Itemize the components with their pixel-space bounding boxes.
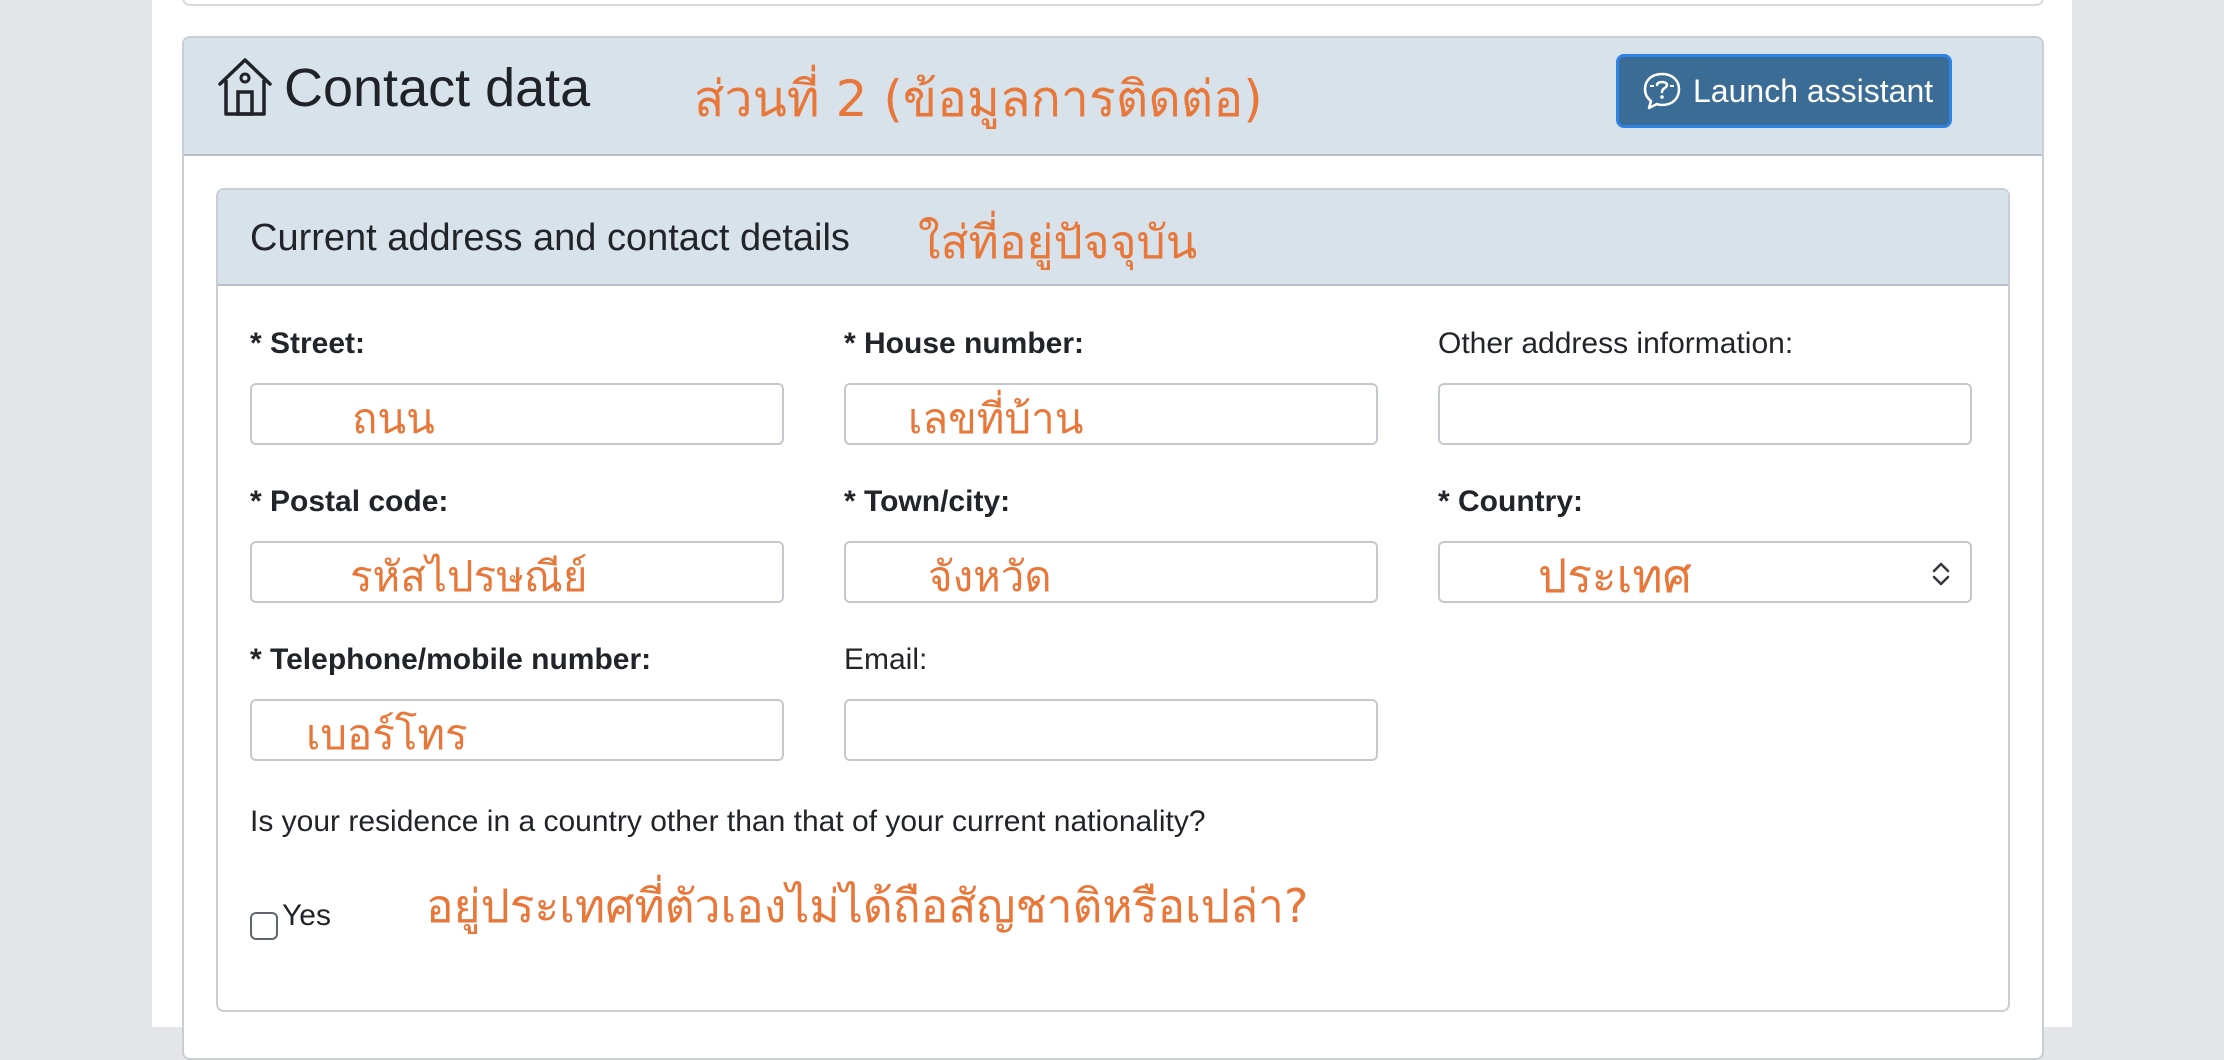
country-select[interactable] xyxy=(1438,541,1972,603)
speech-bubble-icon xyxy=(1643,72,1681,110)
house-number-field-group: * House number: เลขที่บ้าน xyxy=(844,326,1378,445)
town-city-field-group: * Town/city: จังหวัด xyxy=(844,484,1378,603)
town-city-input[interactable] xyxy=(844,541,1378,603)
telephone-label: * Telephone/mobile number: xyxy=(250,643,652,676)
handwritten-note-town-city: จังหวัด xyxy=(928,552,1052,601)
card-header: Contact data ส่วนที่ 2 (ข้อมูลการติดต่อ)… xyxy=(184,38,2042,156)
country-label: * Country: xyxy=(1438,485,1583,518)
other-info-input[interactable] xyxy=(1438,383,1972,445)
town-city-label: * Town/city: xyxy=(844,485,1011,518)
residence-yes-checkbox[interactable] xyxy=(250,912,278,940)
telephone-field-group: * Telephone/mobile number: เบอร์โทร xyxy=(250,642,784,761)
previous-card xyxy=(182,0,2044,6)
residence-yes-label[interactable]: Yes xyxy=(282,898,331,934)
home-icon xyxy=(218,58,272,116)
email-label: Email: xyxy=(844,643,928,676)
other-info-label: Other address information: xyxy=(1438,327,1794,360)
handwritten-note-telephone: เบอร์โทร xyxy=(306,710,468,759)
launch-assistant-label: Launch assistant xyxy=(1693,72,1934,109)
handwritten-note-country: ประเทศ xyxy=(1538,549,1692,603)
street-field-group: * Street: ถนน xyxy=(250,326,784,445)
handwritten-note-section: ส่วนที่ 2 (ข้อมูลการติดต่อ) xyxy=(694,70,1263,128)
country-field-group: * Country: ประเทศ xyxy=(1438,484,1972,603)
launch-assistant-button[interactable]: Launch assistant xyxy=(1616,54,1952,128)
handwritten-note-postal-code: รหัสไปรษณีย์ xyxy=(350,552,588,601)
street-input[interactable] xyxy=(250,383,784,445)
residence-question: Is your residence in a country other tha… xyxy=(250,805,1206,838)
handwritten-note-street: ถนน xyxy=(352,394,435,443)
email-input[interactable] xyxy=(844,699,1378,761)
page: Contact data ส่วนที่ 2 (ข้อมูลการติดต่อ)… xyxy=(152,0,2072,1060)
handwritten-note-house-number: เลขที่บ้าน xyxy=(908,394,1084,443)
other-info-field-group: Other address information: xyxy=(1438,326,1972,445)
email-field-group: Email: xyxy=(844,642,1378,761)
handwritten-note-residence: อยู่ประเทศที่ตัวเองไม่ได้ถือสัญชาติหรือเ… xyxy=(426,879,1309,933)
street-label: * Street: xyxy=(250,327,366,360)
contact-data-card: Contact data ส่วนที่ 2 (ข้อมูลการติดต่อ)… xyxy=(182,36,2044,1060)
handwritten-note-address: ใส่ที่อยู่ปัจจุบัน xyxy=(918,215,1198,269)
address-panel: Current address and contact details ใส่ท… xyxy=(216,188,2010,1012)
postal-code-field-group: * Postal code: รหัสไปรษณีย์ xyxy=(250,484,784,603)
section-title: Contact data xyxy=(284,58,591,118)
address-panel-title: Current address and contact details xyxy=(250,217,850,259)
select-arrows-icon xyxy=(1932,562,1950,586)
house-number-label: * House number: xyxy=(844,327,1085,360)
postal-code-label: * Postal code: xyxy=(250,485,449,518)
address-panel-header: Current address and contact details ใส่ท… xyxy=(218,190,2008,286)
